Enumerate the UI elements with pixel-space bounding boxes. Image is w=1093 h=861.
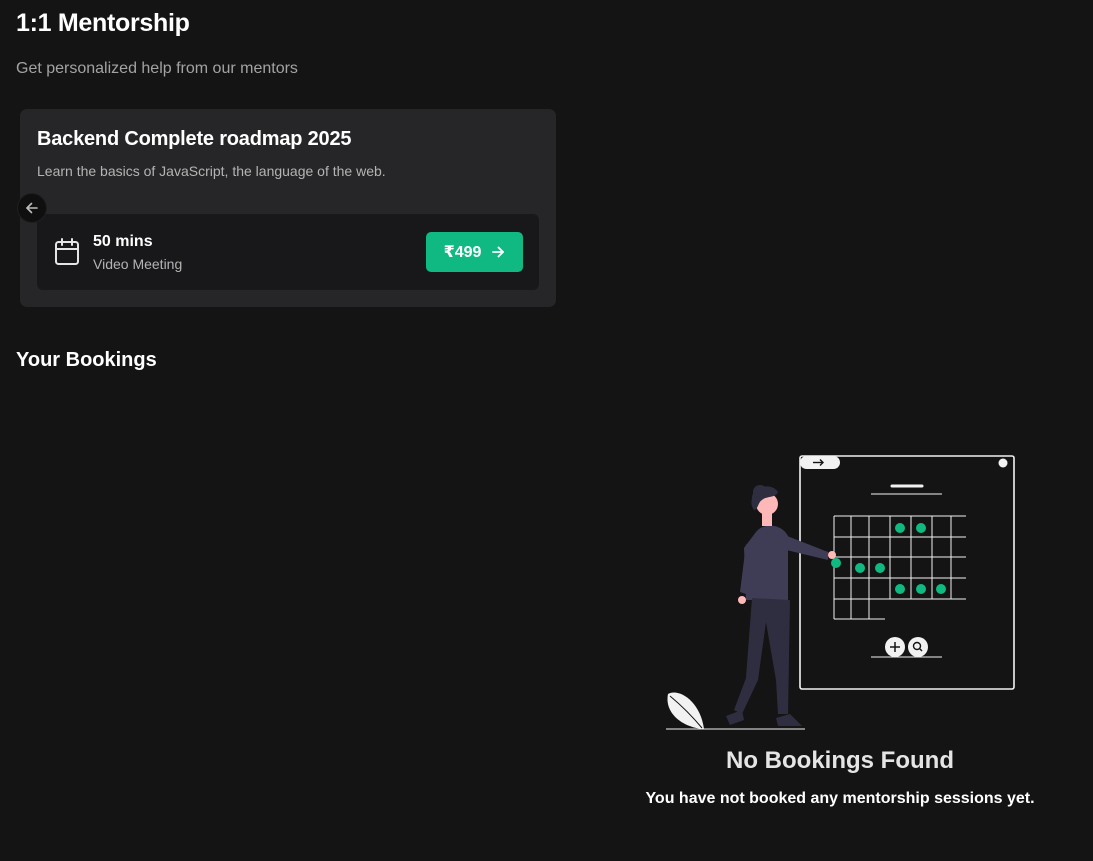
bookings-section-title: Your Bookings: [16, 349, 157, 371]
meeting-type: Video Meeting: [93, 256, 183, 272]
empty-state-title: No Bookings Found: [726, 747, 954, 774]
session-info: 50 mins Video Meeting ₹499: [37, 214, 539, 290]
empty-bookings-illustration: [666, 455, 1015, 730]
arrow-right-icon: [492, 246, 505, 258]
page-subtitle: Get personalized help from our mentors: [16, 60, 298, 77]
mentorship-card: Backend Complete roadmap 2025 Learn the …: [20, 109, 556, 307]
session-duration: 50 mins: [93, 233, 153, 250]
empty-state-message: You have not booked any mentorship sessi…: [645, 790, 1035, 807]
arrow-left-icon: [26, 202, 38, 214]
card-description: Learn the basics of JavaScript, the lang…: [37, 163, 386, 179]
carousel-prev-button[interactable]: [17, 193, 47, 223]
mentorship-page: 1:1 Mentorship Get personalized help fro…: [0, 0, 1093, 861]
price-label: ₹499: [443, 244, 482, 261]
book-price-button[interactable]: ₹499: [426, 232, 523, 272]
page-title: 1:1 Mentorship: [16, 9, 190, 37]
card-title: Backend Complete roadmap 2025: [37, 128, 352, 150]
calendar-icon: [55, 238, 79, 265]
